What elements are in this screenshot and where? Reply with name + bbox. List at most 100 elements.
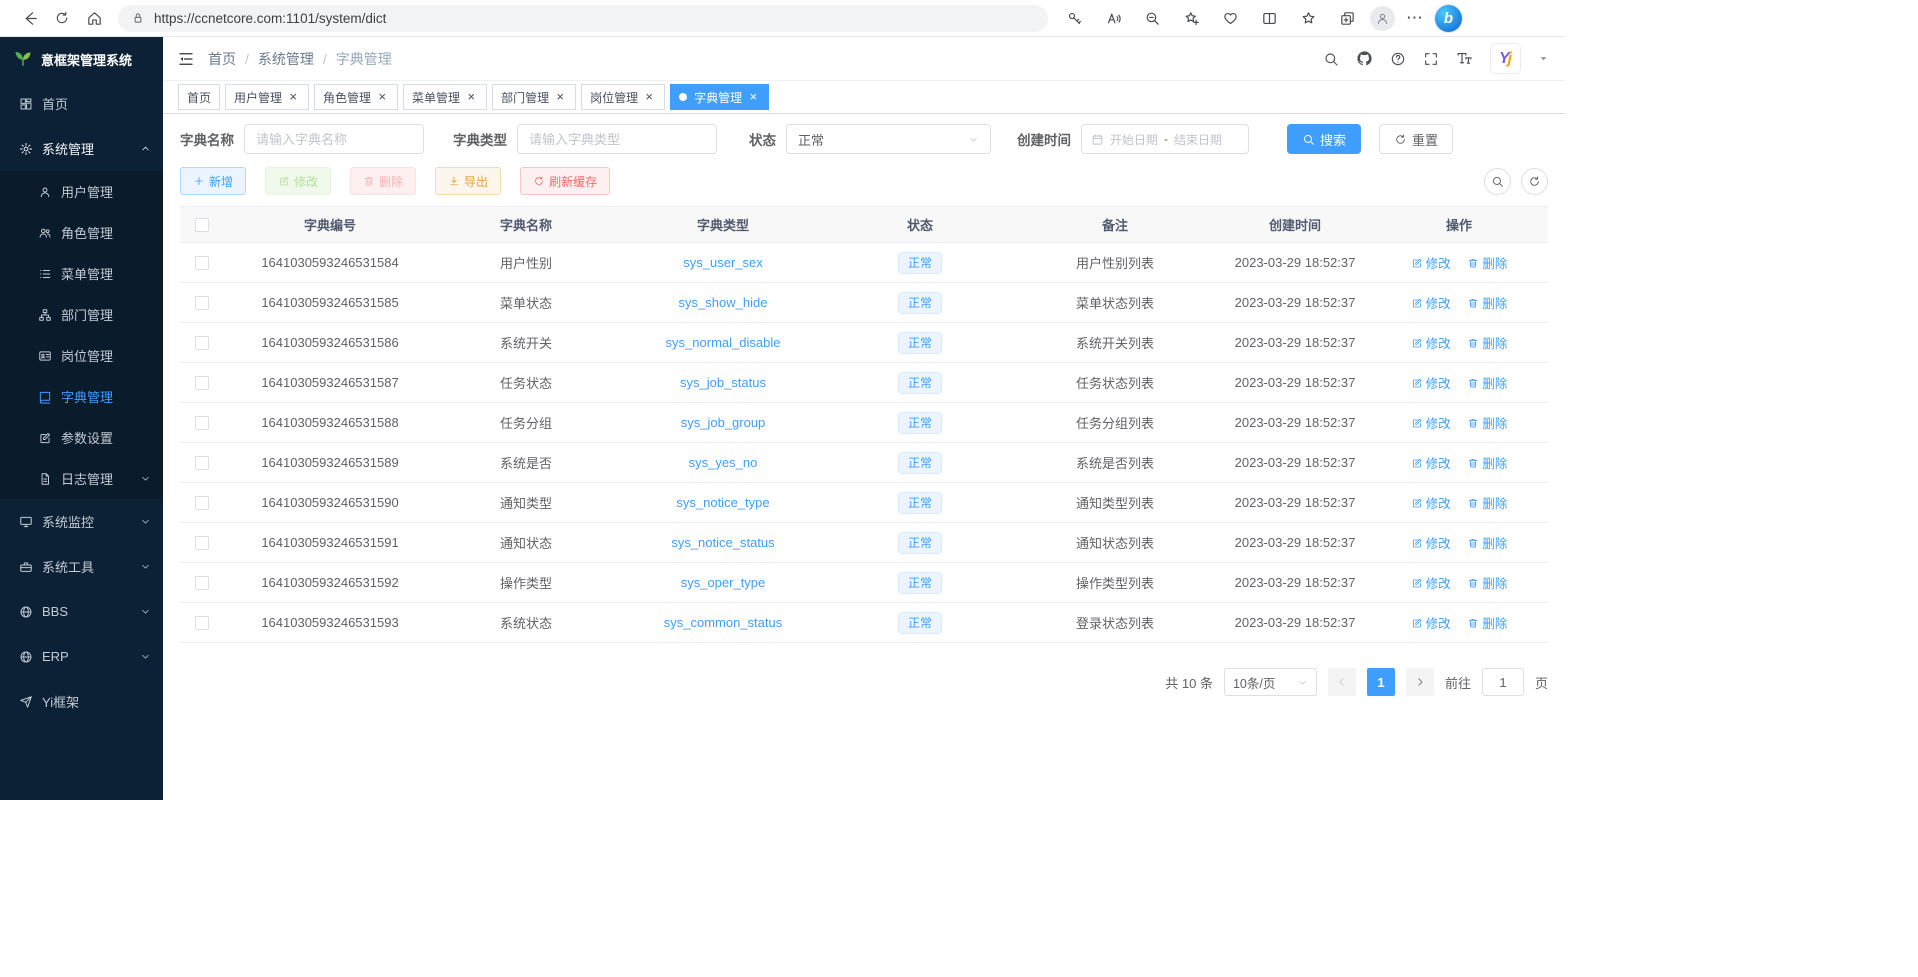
sidebar-item-dict[interactable]: 字典管理 bbox=[0, 376, 163, 417]
row-edit-link[interactable]: 修改 bbox=[1411, 533, 1451, 552]
select-all-checkbox[interactable] bbox=[195, 218, 209, 232]
row-delete-link[interactable]: 删除 bbox=[1467, 453, 1507, 472]
sidebar-item-erp[interactable]: ERP bbox=[0, 634, 163, 679]
github-icon[interactable] bbox=[1356, 50, 1373, 67]
current-page[interactable]: 1 bbox=[1367, 668, 1395, 696]
sidebar-item-logs[interactable]: 日志管理 bbox=[0, 458, 163, 499]
favorites-icon[interactable] bbox=[1292, 3, 1324, 33]
app-logo[interactable]: 意框架管理系统 bbox=[0, 37, 163, 81]
row-edit-link[interactable]: 修改 bbox=[1411, 573, 1451, 592]
row-edit-link[interactable]: 修改 bbox=[1411, 493, 1451, 512]
row-delete-link[interactable]: 删除 bbox=[1467, 333, 1507, 352]
dict-type-link[interactable]: sys_user_sex bbox=[683, 255, 762, 270]
add-favorite-icon[interactable] bbox=[1175, 3, 1207, 33]
dict-type-link[interactable]: sys_job_group bbox=[681, 415, 766, 430]
address-bar[interactable]: https://ccnetcore.com:1101/system/dict bbox=[118, 5, 1048, 32]
sidebar-item-monitor[interactable]: 系统监控 bbox=[0, 499, 163, 544]
dict-type-link[interactable]: sys_notice_status bbox=[671, 535, 774, 550]
row-checkbox[interactable] bbox=[195, 416, 209, 430]
row-checkbox[interactable] bbox=[195, 296, 209, 310]
sidebar-item-bbs[interactable]: BBS bbox=[0, 589, 163, 634]
sidebar-item-users[interactable]: 用户管理 bbox=[0, 171, 163, 212]
browser-essentials-icon[interactable] bbox=[1214, 3, 1246, 33]
chevron-down-icon[interactable] bbox=[1538, 53, 1549, 64]
tab-close-icon[interactable]: × bbox=[553, 90, 567, 104]
row-checkbox[interactable] bbox=[195, 496, 209, 510]
export-button[interactable]: 导出 bbox=[435, 167, 501, 195]
row-delete-link[interactable]: 删除 bbox=[1467, 373, 1507, 392]
breadcrumb-item-system[interactable]: 系统管理 bbox=[258, 49, 314, 69]
browser-back-button[interactable] bbox=[14, 3, 46, 33]
row-edit-link[interactable]: 修改 bbox=[1411, 453, 1451, 472]
tab-home[interactable]: 首页 bbox=[178, 84, 220, 110]
dict-name-input[interactable] bbox=[244, 124, 424, 154]
delete-button[interactable]: 删除 bbox=[350, 167, 416, 195]
row-edit-link[interactable]: 修改 bbox=[1411, 293, 1451, 312]
prev-page-button[interactable] bbox=[1328, 668, 1356, 696]
copilot-icon[interactable]: b bbox=[1435, 5, 1462, 32]
row-checkbox[interactable] bbox=[195, 376, 209, 390]
sidebar-item-yi-framework[interactable]: Yi框架 bbox=[0, 679, 163, 724]
row-edit-link[interactable]: 修改 bbox=[1411, 413, 1451, 432]
dict-type-link[interactable]: sys_oper_type bbox=[681, 575, 766, 590]
row-delete-link[interactable]: 删除 bbox=[1467, 493, 1507, 512]
browser-refresh-button[interactable] bbox=[46, 3, 78, 33]
read-aloud-icon[interactable] bbox=[1097, 3, 1129, 33]
tab-dict-mgmt[interactable]: 字典管理× bbox=[670, 84, 769, 110]
sidebar-toggle[interactable] bbox=[177, 50, 195, 68]
row-checkbox[interactable] bbox=[195, 616, 209, 630]
goto-page-input[interactable] bbox=[1482, 668, 1524, 696]
row-delete-link[interactable]: 删除 bbox=[1467, 253, 1507, 272]
browser-profile-avatar[interactable] bbox=[1370, 6, 1395, 31]
tab-menu-mgmt[interactable]: 菜单管理× bbox=[403, 84, 487, 110]
date-range-picker[interactable]: 开始日期 - 结束日期 bbox=[1081, 124, 1249, 154]
tab-close-icon[interactable]: × bbox=[464, 90, 478, 104]
sidebar-item-home[interactable]: 首页 bbox=[0, 81, 163, 126]
dict-type-link[interactable]: sys_yes_no bbox=[689, 455, 758, 470]
search-button[interactable]: 搜索 bbox=[1287, 124, 1361, 154]
row-checkbox[interactable] bbox=[195, 576, 209, 590]
tab-close-icon[interactable]: × bbox=[746, 90, 760, 104]
breadcrumb-item-home[interactable]: 首页 bbox=[208, 49, 236, 69]
row-delete-link[interactable]: 删除 bbox=[1467, 293, 1507, 312]
zoom-out-icon[interactable] bbox=[1136, 3, 1168, 33]
dict-type-link[interactable]: sys_job_status bbox=[680, 375, 766, 390]
tab-close-icon[interactable]: × bbox=[286, 90, 300, 104]
tab-close-icon[interactable]: × bbox=[642, 90, 656, 104]
row-checkbox[interactable] bbox=[195, 536, 209, 550]
sidebar-item-posts[interactable]: 岗位管理 bbox=[0, 335, 163, 376]
row-delete-link[interactable]: 删除 bbox=[1467, 533, 1507, 552]
row-edit-link[interactable]: 修改 bbox=[1411, 373, 1451, 392]
add-button[interactable]: 新增 bbox=[180, 167, 246, 195]
tab-dept-mgmt[interactable]: 部门管理× bbox=[492, 84, 576, 110]
row-checkbox[interactable] bbox=[195, 256, 209, 270]
browser-home-button[interactable] bbox=[78, 3, 110, 33]
user-avatar[interactable]: Y j bbox=[1490, 43, 1521, 74]
row-edit-link[interactable]: 修改 bbox=[1411, 253, 1451, 272]
sidebar-item-menus[interactable]: 菜单管理 bbox=[0, 253, 163, 294]
split-screen-icon[interactable] bbox=[1253, 3, 1285, 33]
row-checkbox[interactable] bbox=[195, 336, 209, 350]
row-edit-link[interactable]: 修改 bbox=[1411, 613, 1451, 632]
tab-role-mgmt[interactable]: 角色管理× bbox=[314, 84, 398, 110]
dict-type-link[interactable]: sys_show_hide bbox=[679, 295, 768, 310]
refresh-table-button[interactable] bbox=[1521, 168, 1548, 195]
edit-button[interactable]: 修改 bbox=[265, 167, 331, 195]
sidebar-item-tools[interactable]: 系统工具 bbox=[0, 544, 163, 589]
sidebar-item-roles[interactable]: 角色管理 bbox=[0, 212, 163, 253]
row-edit-link[interactable]: 修改 bbox=[1411, 333, 1451, 352]
dict-type-link[interactable]: sys_normal_disable bbox=[666, 335, 781, 350]
font-size-icon[interactable] bbox=[1456, 50, 1473, 67]
row-delete-link[interactable]: 删除 bbox=[1467, 613, 1507, 632]
toggle-search-button[interactable] bbox=[1484, 168, 1511, 195]
refresh-cache-button[interactable]: 刷新缓存 bbox=[520, 167, 610, 195]
sidebar-item-params[interactable]: 参数设置 bbox=[0, 417, 163, 458]
header-search-icon[interactable] bbox=[1323, 51, 1339, 67]
sidebar-item-departments[interactable]: 部门管理 bbox=[0, 294, 163, 335]
key-icon[interactable] bbox=[1058, 3, 1090, 33]
more-menu-icon[interactable]: ⋯ bbox=[1402, 8, 1428, 28]
tab-close-icon[interactable]: × bbox=[375, 90, 389, 104]
dict-type-link[interactable]: sys_notice_type bbox=[676, 495, 769, 510]
reset-button[interactable]: 重置 bbox=[1379, 124, 1453, 154]
dict-type-input[interactable] bbox=[517, 124, 717, 154]
